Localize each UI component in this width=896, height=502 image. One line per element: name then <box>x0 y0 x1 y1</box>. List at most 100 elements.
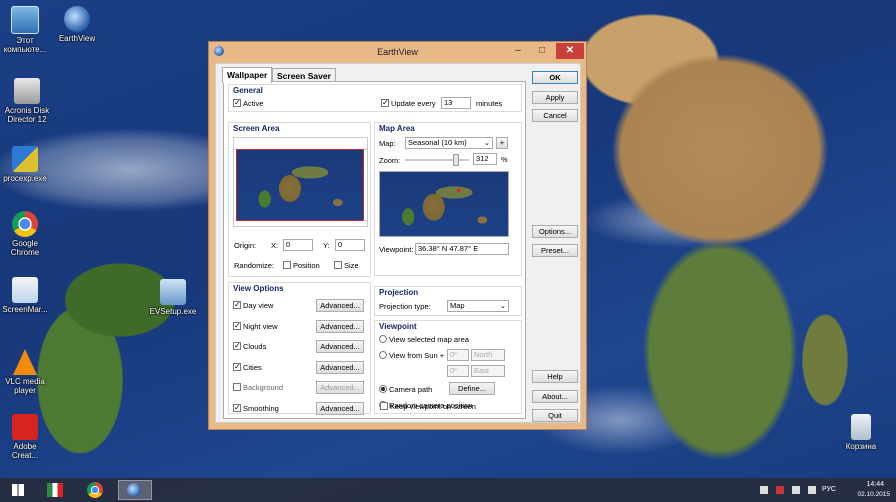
randomize-label: Randomize: <box>234 261 275 270</box>
maximize-button[interactable]: □ <box>530 43 554 59</box>
close-button[interactable]: ✕ <box>556 43 584 59</box>
update-every-checkbox[interactable]: ✓ <box>381 99 389 107</box>
projection-type-label: Projection type: <box>379 302 431 311</box>
origin-x-input[interactable]: 0 <box>283 239 313 251</box>
options-button[interactable]: Options... <box>532 225 578 238</box>
y-label: Y: <box>323 241 330 250</box>
randomize-position-label: Position <box>293 261 320 270</box>
view-option-advanced-button[interactable]: Advanced... <box>316 319 364 333</box>
desktop-icon-recycle-bin[interactable]: Корзина <box>836 414 886 451</box>
desktop-icon-acronis[interactable]: Acronis Disk Director 12 <box>2 78 52 124</box>
view-option-checkbox[interactable] <box>233 383 241 391</box>
chevron-down-icon: ⌄ <box>483 138 490 147</box>
view-option-label: Background <box>243 383 284 392</box>
view-option-checkbox[interactable]: ✓ <box>233 342 241 350</box>
start-button[interactable] <box>0 480 34 500</box>
add-map-button[interactable]: + <box>496 137 508 149</box>
taskbar-app-1[interactable] <box>38 480 72 500</box>
help-button[interactable]: Help <box>532 370 578 383</box>
desktop-icon-procexp[interactable]: procexp.exe <box>0 146 50 183</box>
view-option-label: Cities <box>243 362 262 372</box>
active-label: Active <box>243 99 264 108</box>
map-area-group: Map Area Map: Seasonal (10 km) ⌄ + Zoom:… <box>374 122 522 276</box>
chrome-icon <box>12 211 38 237</box>
preset-button[interactable]: Preset... <box>532 244 578 257</box>
view-option-label: Day view <box>243 301 274 310</box>
camera-path-radio[interactable] <box>379 385 387 393</box>
sun-lon-input[interactable]: 0° <box>447 365 469 377</box>
apply-button[interactable]: Apply <box>532 91 578 104</box>
randomize-position-checkbox[interactable] <box>283 261 291 269</box>
taskbar-chrome[interactable] <box>78 480 112 500</box>
zoom-input[interactable]: 312 <box>473 153 497 165</box>
desktop-icon-adobe[interactable]: Adobe Creat... <box>0 414 50 460</box>
view-option-advanced-button[interactable]: Advanced... <box>316 299 364 312</box>
cancel-button[interactable]: Cancel <box>532 109 578 122</box>
zoom-unit-label: % <box>501 155 508 164</box>
projection-type-select[interactable]: Map ⌄ <box>447 300 509 312</box>
windows-logo-icon <box>12 484 24 496</box>
ok-button[interactable]: OK <box>532 71 578 84</box>
view-option-advanced-button[interactable]: Advanced... <box>316 401 364 415</box>
desktop-icon-evsetup[interactable]: EVSetup.exe <box>148 279 198 316</box>
desktop-icon-vlc[interactable]: VLC media player <box>0 349 50 395</box>
view-selected-label: View selected map area <box>389 335 469 344</box>
viewpoint-group: Viewpoint View selected map area View fr… <box>374 320 522 414</box>
zoom-slider-track[interactable] <box>405 159 469 161</box>
view-option-advanced-button[interactable]: Advanced... <box>316 360 364 374</box>
define-camera-path-button[interactable]: Define... <box>449 382 495 395</box>
map-preview[interactable] <box>379 171 509 237</box>
view-options-title: View Options <box>233 284 284 293</box>
about-button[interactable]: About... <box>532 390 578 403</box>
taskbar: РУС 14:44 02.10.2015 <box>0 478 896 502</box>
computer-icon <box>11 6 39 34</box>
viewpoint-title: Viewpoint <box>379 322 417 331</box>
clock-date[interactable]: 02.10.2015 <box>857 491 890 498</box>
language-indicator[interactable]: РУС <box>822 486 836 493</box>
title-bar[interactable]: EarthView – □ ✕ <box>209 42 586 62</box>
sun-lat-input[interactable]: 0° <box>447 349 469 361</box>
desktop-icon-chrome[interactable]: Google Chrome <box>0 211 50 257</box>
tray-icon-1[interactable] <box>760 486 768 494</box>
desktop-icon-earthview[interactable]: EarthView <box>52 6 102 43</box>
randomize-size-checkbox[interactable] <box>334 261 342 269</box>
quit-button[interactable]: Quit <box>532 409 578 422</box>
tray-icon-2[interactable] <box>776 486 784 494</box>
clock-time[interactable]: 14:44 <box>866 481 884 488</box>
view-option-advanced-button[interactable]: Advanced... <box>316 381 364 394</box>
active-checkbox[interactable]: ✓ <box>233 99 241 107</box>
sun-lat-dir-select[interactable]: North <box>471 349 505 361</box>
update-interval-input[interactable]: 13 <box>441 97 471 109</box>
network-icon[interactable] <box>792 486 800 494</box>
view-from-sun-radio[interactable] <box>379 351 387 359</box>
desktop-icon-computer[interactable]: Этот компьюте... <box>0 6 50 54</box>
map-select[interactable]: Seasonal (10 km) ⌄ <box>405 137 493 149</box>
desktop-icon-screenmarker[interactable]: ScreenMar... <box>0 277 50 314</box>
view-option-advanced-button[interactable]: Advanced... <box>316 340 364 353</box>
chrome-icon <box>87 482 103 498</box>
origin-label: Origin: <box>234 241 257 250</box>
projection-group: Projection Projection type: Map ⌄ <box>374 286 522 316</box>
map-select-value: Seasonal (10 km) <box>408 138 467 147</box>
origin-y-input[interactable]: 0 <box>335 239 365 251</box>
camera-path-label: Camera path <box>389 385 433 394</box>
taskbar-earthview[interactable] <box>118 480 152 500</box>
view-option-checkbox[interactable]: ✓ <box>233 321 241 330</box>
zoom-label: Zoom: <box>379 156 401 165</box>
view-option-checkbox[interactable]: ✓ <box>233 362 241 371</box>
earthview-icon <box>64 6 90 32</box>
update-every-label: Update every <box>391 99 436 108</box>
keep-viewpoint-checkbox[interactable] <box>380 402 388 410</box>
minutes-label: minutes <box>476 99 503 108</box>
tab-wallpaper[interactable]: Wallpaper <box>222 67 273 83</box>
zoom-slider-thumb[interactable] <box>452 154 459 166</box>
view-option-checkbox[interactable]: ✓ <box>233 403 241 412</box>
minimize-button[interactable]: – <box>506 43 530 59</box>
sun-lon-dir-select[interactable]: East <box>471 365 505 377</box>
screen-area-preview[interactable] <box>236 149 364 221</box>
view-selected-radio[interactable] <box>379 335 387 343</box>
view-option-checkbox[interactable]: ✓ <box>233 301 241 309</box>
volume-icon[interactable] <box>808 486 816 494</box>
viewpoint-input[interactable]: 36.38° N 47.87° E <box>415 243 509 255</box>
projection-type-value: Map <box>450 301 465 310</box>
